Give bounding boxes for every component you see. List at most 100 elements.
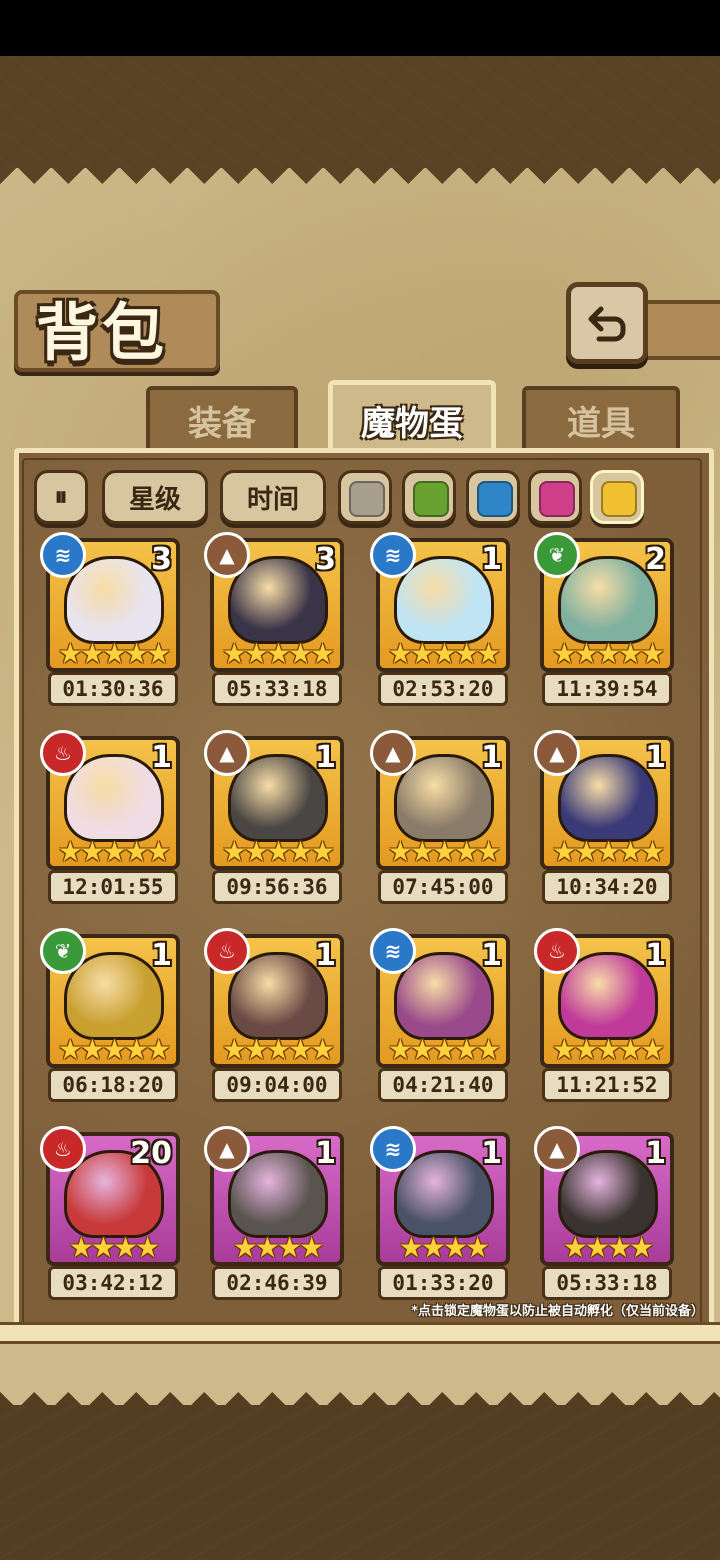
- egg-card[interactable]: ♨ 1 ★★★★★: [204, 928, 344, 1068]
- egg-count: 20: [130, 1136, 172, 1171]
- water-element-icon: ≋: [370, 1126, 416, 1172]
- egg-hatch-timer: 02:46:39: [212, 1266, 342, 1300]
- egg-count: 1: [315, 938, 336, 973]
- egg-stars: ★★★★: [68, 1231, 160, 1264]
- egg-hatch-timer: 03:42:12: [48, 1266, 178, 1300]
- back-rail: [640, 300, 720, 360]
- egg-hatch-timer: 10:34:20: [542, 870, 672, 904]
- earth-element-icon: ▲: [204, 532, 250, 578]
- filter-gold-button[interactable]: [590, 470, 644, 524]
- filter-gray-button[interactable]: [338, 470, 392, 524]
- egg-stars: ★★★★★: [221, 835, 336, 868]
- egg-stars: ★★★★: [398, 1231, 490, 1264]
- fire-element-icon: ♨: [204, 928, 250, 974]
- earth-element-icon: ▲: [534, 1126, 580, 1172]
- egg-hatch-timer: 05:33:18: [542, 1266, 672, 1300]
- fire-element-icon: ♨: [40, 1126, 86, 1172]
- water-element-icon: ≋: [40, 532, 86, 578]
- background-map-top: [0, 56, 720, 186]
- egg-hatch-timer: 06:18:20: [48, 1068, 178, 1102]
- egg-stars: ★★★★★: [551, 637, 666, 670]
- status-bar: [0, 0, 720, 56]
- egg-count: 1: [645, 740, 666, 775]
- egg-count: 3: [315, 542, 336, 577]
- egg-card[interactable]: ❦ 1 ★★★★★: [40, 928, 180, 1068]
- egg-card[interactable]: ♨ 1 ★★★★★: [534, 928, 674, 1068]
- egg-stars: ★★★★★: [551, 835, 666, 868]
- egg-count: 1: [481, 938, 502, 973]
- egg-count: 1: [151, 938, 172, 973]
- egg-hatch-timer: 11:21:52: [542, 1068, 672, 1102]
- egg-count: 2: [645, 542, 666, 577]
- egg-hatch-timer: 12:01:55: [48, 870, 178, 904]
- panel-bottom-rail: [0, 1322, 720, 1344]
- egg-count: 1: [315, 1136, 336, 1171]
- egg-card[interactable]: ▲ 3 ★★★★★: [204, 532, 344, 672]
- egg-card[interactable]: ▲ 1 ★★★★★: [534, 730, 674, 870]
- egg-count: 1: [315, 740, 336, 775]
- egg-hatch-timer: 09:04:00: [212, 1068, 342, 1102]
- egg-card[interactable]: ≋ 3 ★★★★★: [40, 532, 180, 672]
- egg-card[interactable]: ≋ 1 ★★★★★: [370, 928, 510, 1068]
- filter-blue-button[interactable]: [466, 470, 520, 524]
- egg-count: 1: [481, 740, 502, 775]
- egg-hatch-timer: 05:33:18: [212, 672, 342, 706]
- earth-element-icon: ▲: [204, 1126, 250, 1172]
- egg-count: 1: [481, 542, 502, 577]
- egg-card[interactable]: ▲ 1 ★★★★★: [370, 730, 510, 870]
- egg-stars: ★★★★: [562, 1231, 654, 1264]
- water-element-icon: ≋: [370, 928, 416, 974]
- egg-card[interactable]: ≋ 1 ★★★★★: [370, 532, 510, 672]
- egg-card[interactable]: ♨ 1 ★★★★★: [40, 730, 180, 870]
- wood-element-icon: ❦: [534, 532, 580, 578]
- egg-card[interactable]: ▲ 1 ★★★★★: [204, 730, 344, 870]
- wood-element-icon: ❦: [40, 928, 86, 974]
- egg-hatch-timer: 01:33:20: [378, 1266, 508, 1300]
- water-element-icon: ≋: [370, 532, 416, 578]
- egg-count: 1: [151, 740, 172, 775]
- filter-green-button[interactable]: [402, 470, 456, 524]
- earth-element-icon: ▲: [534, 730, 580, 776]
- egg-stars: ★★★★★: [57, 835, 172, 868]
- tab-items[interactable]: 道具: [522, 386, 680, 450]
- tab-monster-eggs[interactable]: 魔物蛋: [328, 380, 496, 455]
- fire-element-icon: ♨: [534, 928, 580, 974]
- sort-by-star-button[interactable]: 星级: [102, 470, 208, 524]
- egg-stars: ★★★★★: [387, 835, 502, 868]
- sort-toggle-icon: ⏸: [54, 481, 68, 512]
- paper-torn-edge-bottom: [0, 1378, 720, 1408]
- filter-pink-button[interactable]: [528, 470, 582, 524]
- sort-by-time-button[interactable]: 时间: [220, 470, 326, 524]
- footer-note: *点击锁定魔物蛋以防止被自动孵化（仅当前设备）: [411, 1304, 704, 1319]
- earth-element-icon: ▲: [370, 730, 416, 776]
- egg-card[interactable]: ≋ 1 ★★★★: [370, 1126, 510, 1266]
- egg-stars: ★★★★★: [57, 637, 172, 670]
- earth-element-icon: ▲: [204, 730, 250, 776]
- paper-torn-edge-top: [0, 168, 720, 198]
- sort-toggle-button[interactable]: ⏸: [34, 470, 88, 524]
- egg-stars: ★★★★★: [221, 1033, 336, 1066]
- egg-hatch-timer: 02:53:20: [378, 672, 508, 706]
- egg-count: 1: [645, 938, 666, 973]
- back-button[interactable]: [566, 282, 648, 364]
- egg-hatch-timer: 11:39:54: [542, 672, 672, 706]
- egg-stars: ★★★★★: [551, 1033, 666, 1066]
- egg-count: 1: [481, 1136, 502, 1171]
- egg-card[interactable]: ❦ 2 ★★★★★: [534, 532, 674, 672]
- fire-element-icon: ♨: [40, 730, 86, 776]
- page-title: 背包: [36, 296, 169, 369]
- egg-stars: ★★★★★: [221, 637, 336, 670]
- egg-stars: ★★★★★: [387, 1033, 502, 1066]
- egg-card[interactable]: ▲ 1 ★★★★: [534, 1126, 674, 1266]
- egg-stars: ★★★★: [232, 1231, 324, 1264]
- egg-hatch-timer: 07:45:00: [378, 870, 508, 904]
- background-map-bottom: [0, 1405, 720, 1560]
- egg-card[interactable]: ♨ 20 ★★★★: [40, 1126, 180, 1266]
- egg-hatch-timer: 04:21:40: [378, 1068, 508, 1102]
- egg-stars: ★★★★★: [387, 637, 502, 670]
- egg-card[interactable]: ▲ 1 ★★★★: [204, 1126, 344, 1266]
- egg-hatch-timer: 01:30:36: [48, 672, 178, 706]
- back-arrow-icon: [588, 306, 626, 342]
- egg-stars: ★★★★★: [57, 1033, 172, 1066]
- tab-equipment[interactable]: 装备: [146, 386, 298, 450]
